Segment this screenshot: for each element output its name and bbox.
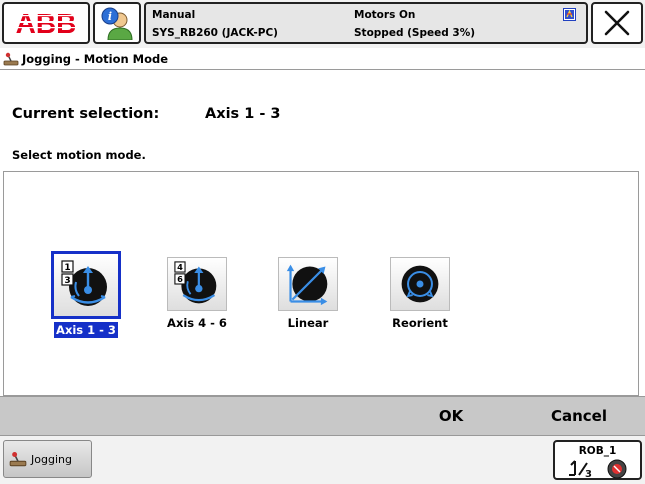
cancel-button[interactable]: Cancel [524,397,634,435]
view-title: Jogging - Motion Mode [22,51,169,66]
mode-label: Linear [287,316,329,330]
instruction-text: Select motion mode. [12,148,146,162]
mode-label: Axis 4 - 6 [167,316,227,330]
top-bar: ABB i Manual SYS_RB260 (JACK-PC) Motors … [0,0,645,48]
mode-axis-4-6[interactable]: 4 6 Axis 4 - 6 [157,257,237,330]
ok-button[interactable]: OK [398,397,504,435]
close-icon [604,10,630,36]
quickset-axis-icon: 3 [569,459,627,479]
close-button[interactable] [591,2,643,44]
taskbar-jogging-button[interactable]: Jogging [3,440,92,478]
mode-reorient[interactable]: Reorient [380,257,460,330]
current-selection-label: Current selection: [12,106,160,122]
robot-name: ROB_1 [578,445,617,457]
svg-text:4: 4 [177,262,183,272]
abb-logo-icon: ABB [8,8,84,38]
jogging-joystick-icon [9,452,27,467]
info-user-button[interactable]: i [93,2,141,44]
command-bar: OK Cancel [0,396,645,436]
taskbar-jogging-label: Jogging [31,452,72,466]
mode-linear[interactable]: Linear [268,257,348,330]
mode-label: Axis 1 - 3 [54,322,118,338]
view-title-bar: Jogging - Motion Mode [0,48,645,70]
system-name: SYS_RB260 (JACK-PC) [152,27,278,39]
axis-1-3-icon: 1 3 [61,260,107,306]
axis-4-6-icon-box: 4 6 [167,257,227,311]
mode-label: Reorient [392,316,448,330]
reorient-icon [401,265,439,303]
axis-4-6-icon: 4 6 [174,261,217,304]
svg-text:1: 1 [64,263,70,273]
abb-logo-button[interactable]: ABB [2,2,90,44]
program-state: Stopped (Speed 3%) [354,27,476,39]
user-info-icon: i [101,7,133,40]
motion-mode-panel: 1 3 Axis 1 - 3 4 6 Axis 4 - 6 Linear Reo… [3,171,639,396]
axis-1-3-icon-box: 1 3 [51,251,121,319]
status-flag-icon [563,8,576,21]
current-selection-value: Axis 1 - 3 [205,106,281,122]
jogging-joystick-icon [3,52,19,65]
linear-icon [286,264,328,306]
task-bar: Jogging ROB_1 3 [0,436,645,484]
operating-mode: Manual [152,9,196,21]
svg-text:3: 3 [585,469,592,479]
svg-text:6: 6 [177,274,183,284]
svg-text:3: 3 [64,276,70,286]
status-panel[interactable]: Manual SYS_RB260 (JACK-PC) Motors On Sto… [144,2,588,44]
reorient-icon-box [390,257,450,311]
linear-icon-box [278,257,338,311]
quickset-robot-button[interactable]: ROB_1 3 [553,440,642,480]
svg-text:i: i [108,10,112,23]
mode-axis-1-3[interactable]: 1 3 Axis 1 - 3 [46,251,126,338]
motors-state: Motors On [354,9,416,21]
